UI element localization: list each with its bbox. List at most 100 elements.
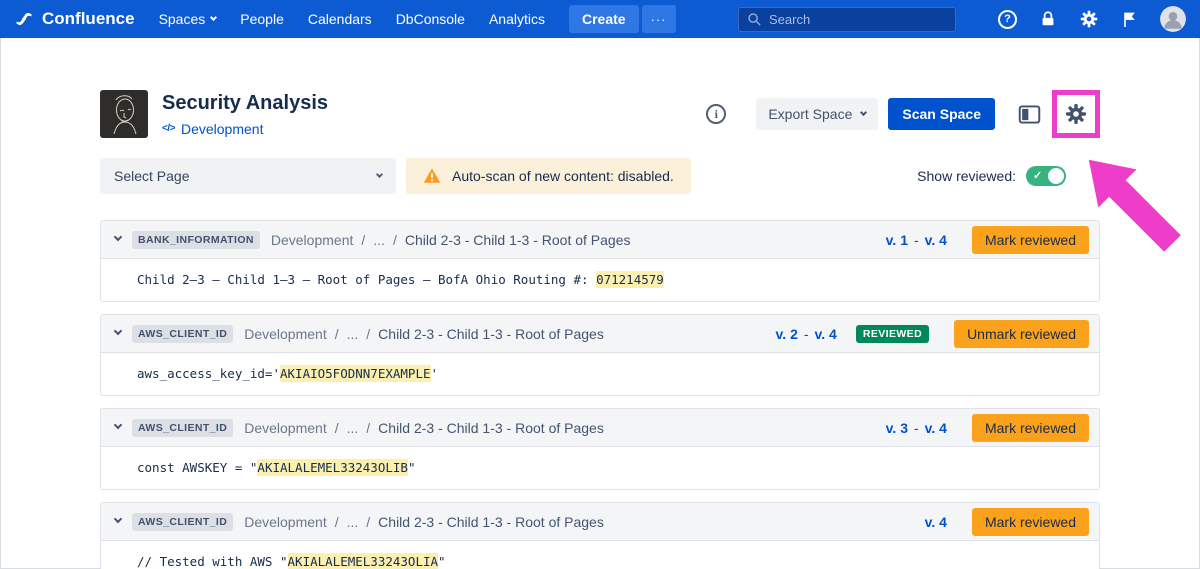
select-page-dropdown[interactable]: Select Page [100, 158, 396, 194]
nav-item-dbconsole[interactable]: DbConsole [396, 11, 465, 27]
gear-icon [1064, 102, 1088, 126]
mark-reviewed-button[interactable]: Mark reviewed [972, 508, 1089, 536]
space-avatar [100, 90, 148, 138]
nav-item-analytics[interactable]: Analytics [489, 11, 545, 27]
version-range: v. 2 - v. 4 [776, 326, 837, 342]
finding-snippet: Child 2–3 – Child 1–3 – Root of Pages – … [101, 259, 1099, 301]
panel-toggle-button[interactable] [1015, 100, 1044, 129]
chevron-down-icon [376, 171, 383, 178]
chevron-down-icon [210, 14, 217, 21]
nav-item-people[interactable]: People [240, 11, 284, 27]
finding-snippet: // Tested with AWS "AKIALALEMEL33243OLIA… [101, 541, 1099, 569]
nav-item-spaces[interactable]: Spaces [159, 11, 217, 27]
finding-header[interactable]: BANK_INFORMATION Development / ... / Chi… [101, 221, 1099, 259]
chevron-down-icon[interactable] [114, 515, 122, 523]
mark-reviewed-button[interactable]: Mark reviewed [972, 226, 1089, 254]
secret-highlight: AKIAIO5FODNN7EXAMPLE [280, 365, 431, 382]
version-to-link[interactable]: v. 4 [815, 326, 837, 342]
unmark-reviewed-button[interactable]: Unmark reviewed [954, 320, 1089, 348]
chevron-down-icon[interactable] [114, 233, 122, 241]
help-button[interactable]: ? [998, 10, 1017, 29]
finding-header[interactable]: AWS_CLIENT_ID Development / ... / Child … [101, 315, 1099, 353]
main-content: Security Analysis </> Development i Expo… [0, 38, 1200, 569]
warning-icon [423, 167, 441, 185]
scan-space-button[interactable]: Scan Space [888, 98, 995, 130]
toggle-knob [1048, 168, 1064, 184]
version-to-link[interactable]: v. 4 [925, 514, 947, 530]
code-line: aws_access_key_id='AKIAIO5FODNN7EXAMPLE' [137, 365, 438, 382]
header-actions: i Export Space Scan Space [706, 90, 1100, 138]
secret-highlight: AKIALALEMEL33243OLIA [288, 553, 439, 569]
chevron-down-icon[interactable] [114, 421, 122, 429]
code-line: // Tested with AWS "AKIALALEMEL33243OLIA… [137, 553, 446, 569]
check-icon: ✓ [1033, 168, 1042, 184]
export-space-button[interactable]: Export Space [756, 98, 878, 130]
confluence-logo[interactable]: Confluence [14, 9, 135, 29]
more-button[interactable]: ··· [642, 5, 676, 33]
chevron-down-icon[interactable] [114, 327, 122, 335]
version-to-link[interactable]: v. 4 [925, 232, 947, 248]
show-reviewed-label: Show reviewed: [917, 168, 1016, 184]
mark-reviewed-button[interactable]: Mark reviewed [972, 414, 1089, 442]
finding-card: AWS_CLIENT_ID Development / ... / Child … [100, 502, 1100, 569]
page: Confluence Spaces People Calendars DbCon… [0, 0, 1200, 569]
breadcrumb: Development / ... / Child 2-3 - Child 1-… [244, 514, 604, 530]
finding-snippet: aws_access_key_id='AKIAIO5FODNN7EXAMPLE' [101, 353, 1099, 395]
profile-button[interactable] [1160, 6, 1186, 32]
version-range: v. 4 [925, 514, 947, 530]
code-line: const AWSKEY = "AKIALALEMEL33243OLIB" [137, 459, 415, 476]
toolbar-row: Select Page Auto-scan of new content: di… [100, 158, 1100, 194]
admin-lock-button[interactable] [1039, 10, 1057, 28]
space-header: Security Analysis </> Development i Expo… [100, 90, 1100, 138]
show-reviewed-toggle[interactable]: ✓ [1026, 166, 1066, 186]
user-avatar [1160, 6, 1186, 32]
top-nav: Confluence Spaces People Calendars DbCon… [0, 0, 1200, 38]
autoscan-warning-banner: Auto-scan of new content: disabled. [406, 158, 691, 194]
search-box[interactable] [738, 7, 956, 32]
secret-highlight: 071214579 [596, 271, 664, 288]
version-from-link[interactable]: v. 3 [886, 420, 908, 436]
finding-snippet: const AWSKEY = "AKIALALEMEL33243OLIB" [101, 447, 1099, 489]
info-icon: i [715, 107, 718, 122]
code-icon: </> [162, 123, 175, 134]
flag-button[interactable] [1121, 11, 1138, 28]
finding-card: AWS_CLIENT_ID Development / ... / Child … [100, 314, 1100, 396]
finding-type-badge: BANK_INFORMATION [132, 231, 260, 249]
brand-name: Confluence [42, 9, 135, 29]
flag-icon [1121, 11, 1138, 28]
settings-button[interactable] [1079, 9, 1099, 29]
version-from-link[interactable]: v. 1 [886, 232, 908, 248]
help-icon: ? [998, 10, 1017, 29]
breadcrumb: Development / ... / Child 2-3 - Child 1-… [271, 232, 631, 248]
finding-type-badge: AWS_CLIENT_ID [132, 513, 233, 531]
search-icon [747, 12, 762, 27]
info-button[interactable]: i [706, 104, 726, 124]
show-reviewed-group: Show reviewed: ✓ [917, 166, 1066, 186]
chevron-down-icon [860, 109, 867, 116]
create-button[interactable]: Create [569, 5, 639, 33]
version-range: v. 3 - v. 4 [886, 420, 947, 436]
nav-icons: ? [998, 6, 1186, 32]
create-group: Create ··· [569, 5, 676, 33]
secret-highlight: AKIALALEMEL33243OLIB [257, 459, 408, 476]
warning-text: Auto-scan of new content: disabled. [452, 168, 674, 184]
title-block: Security Analysis </> Development [162, 92, 328, 137]
finding-type-badge: AWS_CLIENT_ID [132, 419, 233, 437]
nav-item-calendars[interactable]: Calendars [308, 11, 372, 27]
annotation-highlight-box [1052, 90, 1100, 138]
code-line: Child 2–3 – Child 1–3 – Root of Pages – … [137, 271, 664, 288]
finding-header[interactable]: AWS_CLIENT_ID Development / ... / Child … [101, 409, 1099, 447]
findings-list: BANK_INFORMATION Development / ... / Chi… [100, 220, 1100, 569]
finding-header[interactable]: AWS_CLIENT_ID Development / ... / Child … [101, 503, 1099, 541]
finding-card: BANK_INFORMATION Development / ... / Chi… [100, 220, 1100, 302]
finding-type-badge: AWS_CLIENT_ID [132, 325, 233, 343]
search-input[interactable] [769, 12, 947, 27]
version-range: v. 1 - v. 4 [886, 232, 947, 248]
version-to-link[interactable]: v. 4 [925, 420, 947, 436]
panel-icon [1018, 103, 1041, 126]
space-link[interactable]: </> Development [162, 121, 328, 137]
space-settings-button[interactable] [1062, 100, 1090, 128]
lock-icon [1039, 10, 1057, 28]
version-from-link[interactable]: v. 2 [776, 326, 798, 342]
page-title: Security Analysis [162, 92, 328, 115]
